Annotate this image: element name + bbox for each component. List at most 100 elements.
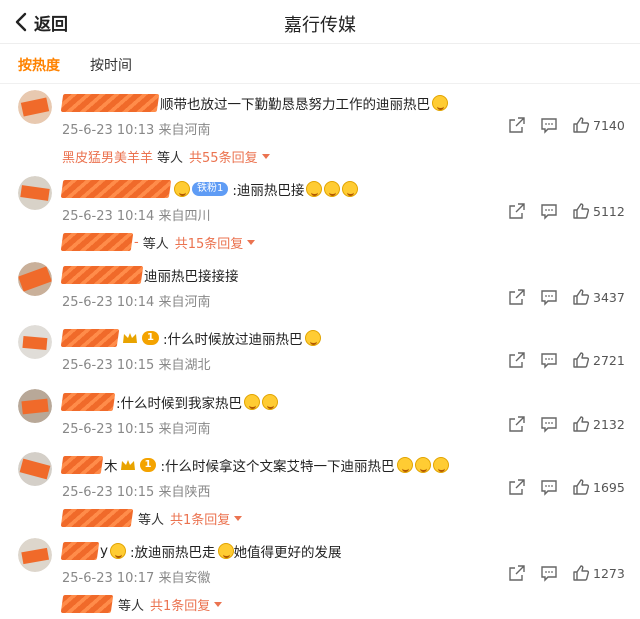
share-icon[interactable] — [508, 288, 526, 306]
emoji-icon — [262, 394, 279, 410]
reply-etc: 等人 — [138, 512, 165, 528]
username-fragment: 木 — [104, 459, 118, 475]
comment-icon[interactable] — [540, 564, 558, 582]
share-icon[interactable] — [508, 564, 526, 582]
comment-meta: 25-6-23 10:14 来自河南 — [62, 291, 211, 310]
emoji-icon — [342, 181, 359, 197]
comment-body: :什么时候放过迪丽热巴 — [162, 332, 303, 348]
level-badge: 1 — [139, 458, 157, 472]
redacted-username — [60, 180, 172, 198]
emoji-icon — [304, 330, 321, 346]
comment-body: 顺带也放过一下勤勤恳恳努力工作的迪丽热巴 — [160, 97, 430, 113]
thumbs-up-icon[interactable] — [572, 415, 590, 433]
tab-sort-by-time[interactable]: 按时间 — [90, 55, 132, 75]
avatar[interactable] — [18, 262, 52, 296]
reply-etc: 等人 — [157, 150, 184, 166]
reply-username[interactable]: - — [134, 235, 139, 250]
comment-body-continued: 她值得更好的发展 — [233, 545, 342, 561]
thumbs-up-icon[interactable] — [572, 288, 590, 306]
chevron-down-icon — [234, 515, 243, 521]
comment-icon[interactable] — [540, 478, 558, 496]
thumbs-up-icon[interactable] — [572, 351, 590, 369]
emoji-icon — [432, 95, 448, 111]
like-count: 7140 — [593, 118, 625, 133]
comment-item: 迪丽热巴接接接 25-6-23 10:14 来自河南 3437 — [0, 260, 640, 316]
comment-actions: 5112 — [500, 202, 640, 224]
comment-icon[interactable] — [540, 288, 558, 306]
comment-icon[interactable] — [540, 351, 558, 369]
redacted-username — [60, 595, 114, 613]
comment-icon[interactable] — [540, 202, 558, 220]
emoji-icon — [306, 181, 323, 197]
emoji-icon — [244, 394, 261, 410]
comment-actions: 2721 — [500, 351, 640, 373]
username-fragment: y — [100, 543, 108, 559]
comment-text: 木 1 :什么时候拿这个文案艾特一下迪丽热巴 — [60, 454, 449, 476]
share-icon[interactable] — [508, 202, 526, 220]
chevron-down-icon — [247, 239, 256, 245]
comment-body: 迪丽热巴接接接 — [144, 269, 239, 285]
reply-etc: 等人 — [142, 236, 169, 252]
share-icon[interactable] — [508, 351, 526, 369]
thumbs-up-icon[interactable] — [572, 478, 590, 496]
comment-body: :放迪丽热巴走 — [130, 545, 216, 561]
reply-summary: 等人 共1条回复 — [60, 508, 243, 528]
comment-body: :什么时候到我家热巴 — [116, 396, 243, 412]
comment-date: 25-6-23 10:14 — [62, 209, 155, 224]
comment-icon[interactable] — [540, 116, 558, 134]
comment-body: :什么时候拿这个文案艾特一下迪丽热巴 — [160, 459, 395, 475]
comment-body: :迪丽热巴接 — [232, 183, 305, 199]
comment-location: 来自河南 — [158, 123, 211, 138]
page-title: 嘉行传媒 — [284, 15, 356, 36]
redacted-username — [60, 456, 104, 474]
reply-summary: 等人 共1条回复 — [60, 594, 223, 614]
comment-text: 1 :什么时候放过迪丽热巴 — [60, 327, 321, 349]
chevron-down-icon — [261, 153, 270, 159]
emoji-icon — [110, 543, 126, 559]
view-replies-link[interactable]: 共1条回复 — [170, 509, 243, 528]
thumbs-up-icon[interactable] — [572, 202, 590, 220]
tab-sort-by-hot[interactable]: 按热度 — [18, 55, 60, 75]
chevron-down-icon — [214, 601, 223, 607]
avatar[interactable] — [18, 325, 52, 359]
comment-location: 来自陕西 — [158, 485, 211, 500]
avatar[interactable] — [18, 538, 52, 572]
comment-item: :什么时候到我家热巴 25-6-23 10:15 来自河南 2132 — [0, 387, 640, 443]
share-icon[interactable] — [508, 415, 526, 433]
comment-item: 1 :什么时候放过迪丽热巴 25-6-23 10:15 来自湖北 2721 — [0, 323, 640, 379]
avatar[interactable] — [18, 90, 52, 124]
redacted-username — [60, 542, 100, 560]
view-replies-link[interactable]: 共15条回复 — [175, 233, 256, 252]
comment-location: 来自湖北 — [158, 358, 211, 373]
comment-date: 25-6-23 10:14 — [62, 295, 155, 310]
comment-text: 铁粉1 :迪丽热巴接 — [60, 178, 359, 200]
reply-username[interactable]: 黑皮猛男美羊羊 — [62, 147, 153, 166]
comment-item: 木 1 :什么时候拿这个文案艾特一下迪丽热巴 25-6-23 10:15 来自陕… — [0, 450, 640, 530]
crown-icon — [123, 333, 137, 343]
avatar[interactable] — [18, 389, 52, 423]
view-replies-link[interactable]: 共1条回复 — [150, 595, 223, 614]
comment-text: :什么时候到我家热巴 — [60, 391, 279, 413]
comment-actions: 7140 — [500, 116, 640, 138]
level-badge: 1 — [142, 331, 159, 345]
emoji-icon — [432, 457, 449, 473]
avatar[interactable] — [18, 452, 52, 486]
comment-item: 顺带也放过一下勤勤恳恳努力工作的迪丽热巴 25-6-23 10:13 来自河南 … — [0, 88, 640, 168]
comment-meta: 25-6-23 10:15 来自陕西 — [62, 481, 211, 500]
like-count: 1273 — [593, 566, 625, 581]
thumbs-up-icon[interactable] — [572, 116, 590, 134]
redacted-username — [60, 94, 160, 112]
view-replies-link[interactable]: 共55条回复 — [189, 147, 270, 166]
avatar[interactable] — [18, 176, 52, 210]
share-icon[interactable] — [508, 478, 526, 496]
thumbs-up-icon[interactable] — [572, 564, 590, 582]
reply-etc: 等人 — [118, 598, 145, 614]
comment-meta: 25-6-23 10:15 来自河南 — [62, 418, 211, 437]
like-count: 1695 — [593, 480, 625, 495]
comment-text: 迪丽热巴接接接 — [60, 264, 239, 286]
comment-date: 25-6-23 10:13 — [62, 123, 155, 138]
comment-icon[interactable] — [540, 415, 558, 433]
comment-text: y :放迪丽热巴走 她值得更好的发展 — [60, 540, 342, 562]
redacted-username — [60, 393, 116, 411]
share-icon[interactable] — [508, 116, 526, 134]
